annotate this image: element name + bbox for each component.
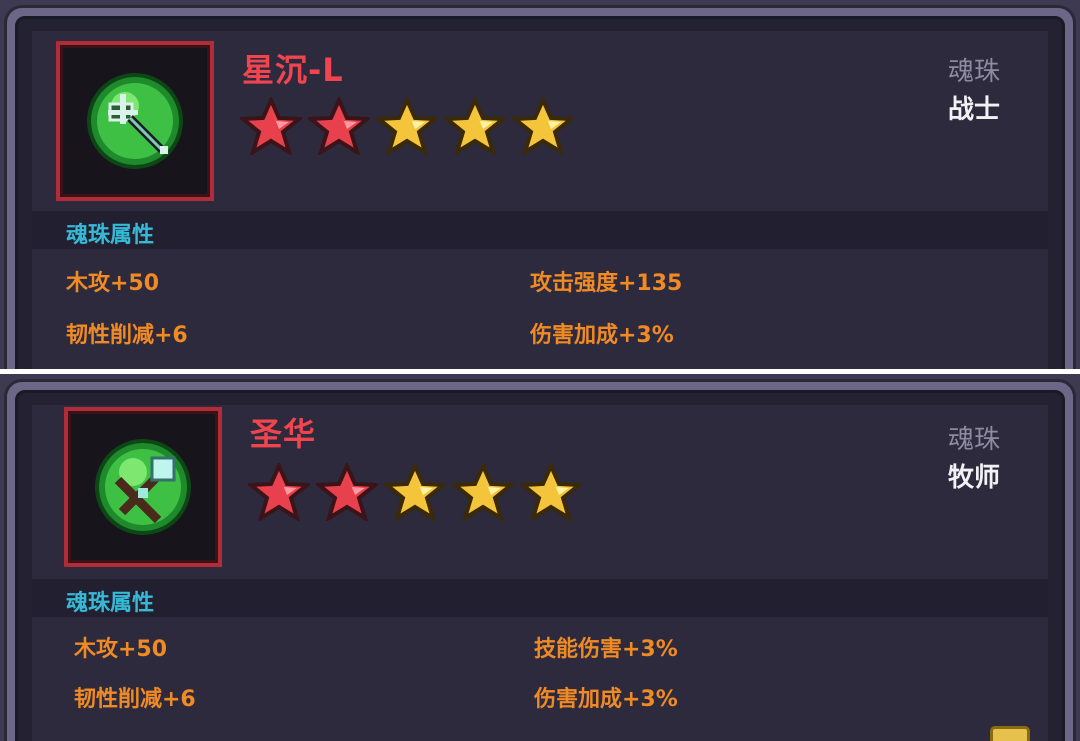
card-frame-inner: 星沉-L 魂珠 战士 魂珠属性 木攻+50 攻击强度+135 韧性削减+6 伤害… [15,16,1065,369]
attribute-text: 韧性削减+6 [74,687,196,712]
attribute-text: 韧性削减+6 [66,323,188,348]
star-rating [240,97,574,155]
attributes-title: 魂珠属性 [66,223,155,248]
card-frame-inner: 圣华 魂珠 牧师 魂珠属性 木攻+50 技能伤害+3% 韧性削减+6 伤害加成+… [15,390,1065,741]
mace-orb-icon [87,73,183,169]
card-frame: 圣华 魂珠 牧师 魂珠属性 木攻+50 技能伤害+3% 韧性削减+6 伤害加成+… [4,379,1076,741]
attribute-text: 木攻+50 [74,637,168,662]
star-gold-icon [512,97,574,155]
star-red-icon [308,97,370,155]
attributes-header: 魂珠属性 [32,579,1048,617]
star-rating [248,463,582,521]
lock-badge-icon[interactable] [990,726,1030,741]
star-gold-icon [452,463,514,521]
card-frame: 星沉-L 魂珠 战士 魂珠属性 木攻+50 攻击强度+135 韧性削减+6 伤害… [4,5,1076,369]
star-gold-icon [444,97,506,155]
star-gold-icon [520,463,582,521]
item-class: 战士 [947,95,1000,125]
soul-bead-card-1: 星沉-L 魂珠 战士 魂珠属性 木攻+50 攻击强度+135 韧性削减+6 伤害… [0,0,1080,369]
item-icon-slot [68,411,218,563]
star-red-icon [248,463,310,521]
attribute-text: 攻击强度+135 [530,271,683,296]
item-icon-frame[interactable] [64,407,222,567]
star-gold-icon [384,463,446,521]
attribute-text: 木攻+50 [66,271,160,296]
attribute-text: 伤害加成+3% [534,687,678,712]
item-class: 牧师 [947,463,1000,493]
attributes-header: 魂珠属性 [32,211,1048,249]
attributes-title: 魂珠属性 [66,591,155,616]
card-body: 星沉-L 魂珠 战士 魂珠属性 木攻+50 攻击强度+135 韧性削减+6 伤害… [32,31,1048,369]
star-red-icon [316,463,378,521]
star-gold-icon [376,97,438,155]
item-name: 星沉-L [242,51,344,89]
item-category: 魂珠 [947,57,1000,87]
staff-orb-icon [95,439,191,535]
item-category: 魂珠 [947,425,1000,455]
card-body: 圣华 魂珠 牧师 魂珠属性 木攻+50 技能伤害+3% 韧性削减+6 伤害加成+… [32,405,1048,741]
soul-bead-card-2: 圣华 魂珠 牧师 魂珠属性 木攻+50 技能伤害+3% 韧性削减+6 伤害加成+… [0,374,1080,741]
item-icon-slot [60,45,210,197]
item-icon-frame[interactable] [56,41,214,201]
star-red-icon [240,97,302,155]
attribute-text: 技能伤害+3% [534,637,678,662]
attribute-text: 伤害加成+3% [530,323,674,348]
item-name: 圣华 [250,415,317,453]
